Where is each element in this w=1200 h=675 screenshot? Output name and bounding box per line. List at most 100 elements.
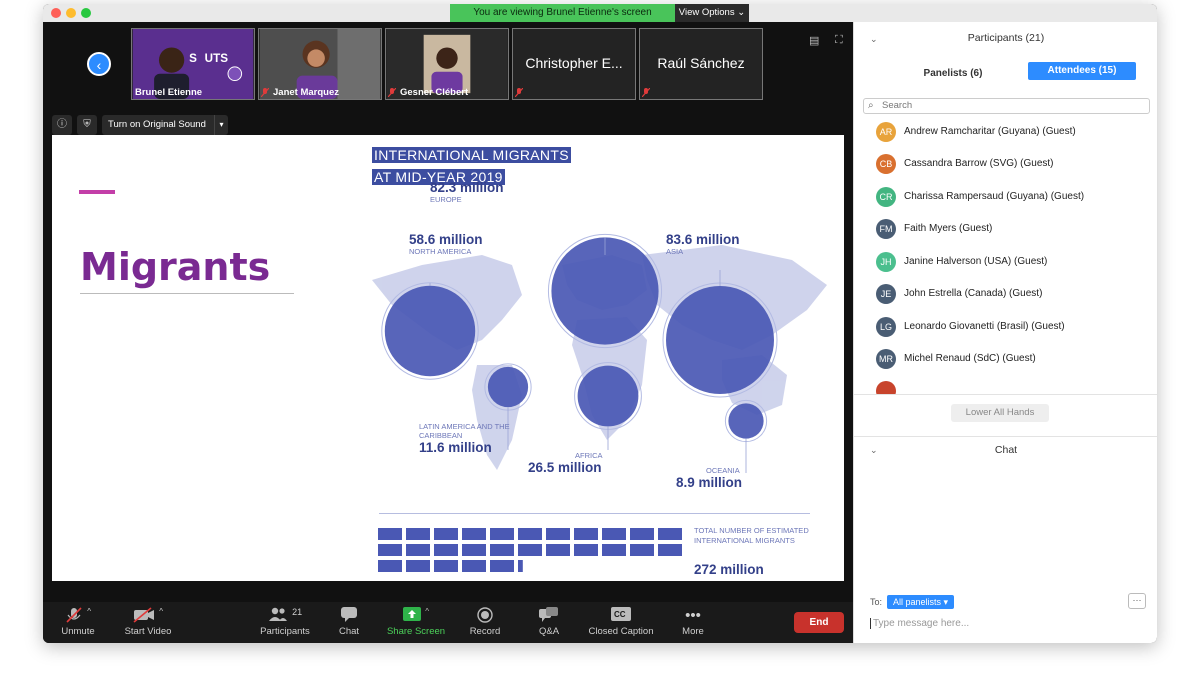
bubble-north-america bbox=[384, 285, 476, 377]
region-value: 83.6 million bbox=[666, 232, 740, 247]
region-name: LATIN AMERICA AND THE CARIBBEAN bbox=[419, 422, 510, 440]
minimize-window-button[interactable] bbox=[66, 8, 76, 18]
avatar: AR bbox=[876, 122, 896, 142]
side-panel: ⌄ Participants (21) Panelists (6) Attend… bbox=[853, 22, 1157, 643]
svg-text:S: S bbox=[189, 52, 197, 65]
avatar: FM bbox=[876, 219, 896, 239]
total-block bbox=[378, 544, 402, 556]
attendee-name: Faith Myers (Guest) bbox=[904, 223, 993, 234]
total-label: TOTAL NUMBER OF ESTIMATED INTERNATIONAL … bbox=[694, 526, 809, 545]
total-block bbox=[658, 528, 682, 540]
chat-recipient-dropdown[interactable]: All panelists ▾ bbox=[887, 595, 955, 609]
record-button[interactable]: Record bbox=[461, 602, 509, 643]
muted-mic-icon bbox=[388, 88, 396, 97]
chat-more-button[interactable]: ··· bbox=[1128, 593, 1146, 609]
chat-button[interactable]: Chat bbox=[329, 602, 369, 643]
qa-icon bbox=[529, 602, 569, 626]
muted-mic-icon bbox=[515, 88, 523, 97]
chat-message-input[interactable]: Type message here... bbox=[870, 618, 969, 629]
total-block bbox=[602, 544, 626, 556]
participant-name: Janet Marquez bbox=[273, 87, 339, 98]
unmute-button[interactable]: ^ Unmute bbox=[53, 602, 103, 643]
video-thumb-janet[interactable]: Janet Marquez bbox=[258, 28, 382, 100]
avatar: JH bbox=[876, 252, 896, 272]
meeting-main-area: ‹ S UTS Brunel Etienne Janet Marquez Ges… bbox=[43, 22, 853, 602]
participants-count: 21 bbox=[292, 607, 303, 617]
zoom-window-button[interactable] bbox=[81, 8, 91, 18]
info-icon[interactable]: ⓘ bbox=[52, 115, 72, 135]
total-block bbox=[518, 560, 523, 572]
search-placeholder: Search bbox=[882, 100, 913, 111]
avatar: MR bbox=[876, 349, 896, 369]
panel-divider bbox=[854, 436, 1157, 437]
zoom-window: You are viewing Brunel Etienne's screen … bbox=[43, 4, 1157, 643]
bubble-asia bbox=[666, 286, 774, 394]
meeting-toolbar: ^ Unmute ^ Start Video 21 Participants C… bbox=[43, 602, 853, 643]
region-name: ASIA bbox=[666, 247, 684, 256]
qa-button[interactable]: Q&A bbox=[529, 602, 569, 643]
participant-name: Brunel Etienne bbox=[135, 87, 203, 98]
total-block bbox=[518, 528, 542, 540]
bubble-africa bbox=[577, 365, 639, 427]
back-arrow-icon[interactable]: ‹ bbox=[87, 52, 111, 76]
search-input[interactable]: ⌕ Search bbox=[863, 98, 1150, 114]
region-name: OCEANIA bbox=[706, 466, 740, 475]
end-meeting-button[interactable]: End bbox=[794, 612, 844, 633]
attendee-name: John Estrella (Canada) (Guest) bbox=[904, 288, 1043, 299]
chevron-down-icon[interactable]: ▾ bbox=[214, 115, 228, 135]
original-sound-button[interactable]: Turn on Original Sound ▾ bbox=[102, 115, 228, 135]
closed-caption-icon: CC bbox=[583, 602, 659, 626]
total-value: 272 million bbox=[694, 562, 764, 577]
participant-name: Gesner Clébert bbox=[400, 87, 469, 98]
video-thumb-christopher[interactable]: Christopher E... bbox=[512, 28, 636, 100]
video-thumb-brunel[interactable]: S UTS Brunel Etienne bbox=[131, 28, 255, 100]
unmute-label: Unmute bbox=[61, 626, 95, 637]
region-value: 82.3 million bbox=[430, 180, 504, 195]
svg-text:CC: CC bbox=[614, 610, 626, 619]
region-value: 58.6 million bbox=[409, 232, 483, 247]
attendee-name: Cassandra Barrow (SVG) (Guest) bbox=[904, 158, 1054, 169]
attendee-name: Michel Renaud (SdC) (Guest) bbox=[904, 353, 1036, 364]
total-block bbox=[406, 560, 430, 572]
chat-label: Chat bbox=[338, 626, 360, 637]
participants-header: Participants (21) bbox=[967, 32, 1045, 44]
region-name: EUROPE bbox=[430, 195, 462, 204]
video-thumb-raul[interactable]: Raúl Sánchez bbox=[639, 28, 763, 100]
participants-button[interactable]: 21 Participants bbox=[255, 602, 315, 643]
avatar: CB bbox=[876, 154, 896, 174]
total-block bbox=[490, 560, 514, 572]
total-migrants-grid bbox=[378, 528, 682, 572]
slide-accent-bar bbox=[79, 190, 115, 194]
attendee-name: Leonardo Giovanetti (Brasil) (Guest) bbox=[904, 321, 1065, 332]
total-block bbox=[602, 528, 626, 540]
region-label-asia: 83.6 million ASIA bbox=[666, 232, 740, 256]
share-screen-label: Share Screen bbox=[386, 626, 446, 637]
close-window-button[interactable] bbox=[51, 8, 61, 18]
bubble-latin-america-and-the-caribbean bbox=[487, 366, 529, 408]
total-block bbox=[658, 544, 682, 556]
closed-caption-button[interactable]: CC Closed Caption bbox=[583, 602, 659, 643]
avatar: CR bbox=[876, 187, 896, 207]
tab-panelists[interactable]: Panelists (6) bbox=[898, 65, 1008, 83]
muted-mic-icon: ^ bbox=[53, 602, 103, 626]
attendee-name: Janine Halverson (USA) (Guest) bbox=[904, 256, 1048, 267]
layout-toggle-icon[interactable]: ▤ bbox=[809, 34, 819, 47]
share-screen-button[interactable]: ^ Share Screen bbox=[381, 602, 451, 643]
slide-title: Migrants bbox=[80, 245, 271, 289]
view-options-button[interactable]: View Options ⌄ bbox=[675, 4, 749, 22]
fullscreen-icon[interactable]: ⛶ bbox=[835, 34, 843, 47]
record-label: Record bbox=[469, 626, 501, 637]
more-button[interactable]: ••• More bbox=[671, 602, 715, 643]
video-thumb-gesner[interactable]: Gesner Clébert bbox=[385, 28, 509, 100]
total-block bbox=[546, 528, 570, 540]
region-value: 8.9 million bbox=[676, 475, 743, 490]
start-video-button[interactable]: ^ Start Video bbox=[115, 602, 181, 643]
participant-name: Raúl Sánchez bbox=[657, 55, 745, 71]
search-icon: ⌕ bbox=[868, 100, 874, 111]
shield-icon[interactable]: ⛨ bbox=[77, 115, 97, 135]
tab-attendees[interactable]: Attendees (15) bbox=[1028, 62, 1136, 80]
total-block bbox=[518, 544, 542, 556]
lower-all-hands-button[interactable]: Lower All Hands bbox=[951, 404, 1049, 422]
total-block bbox=[434, 544, 458, 556]
chat-bubble-icon bbox=[329, 602, 369, 626]
